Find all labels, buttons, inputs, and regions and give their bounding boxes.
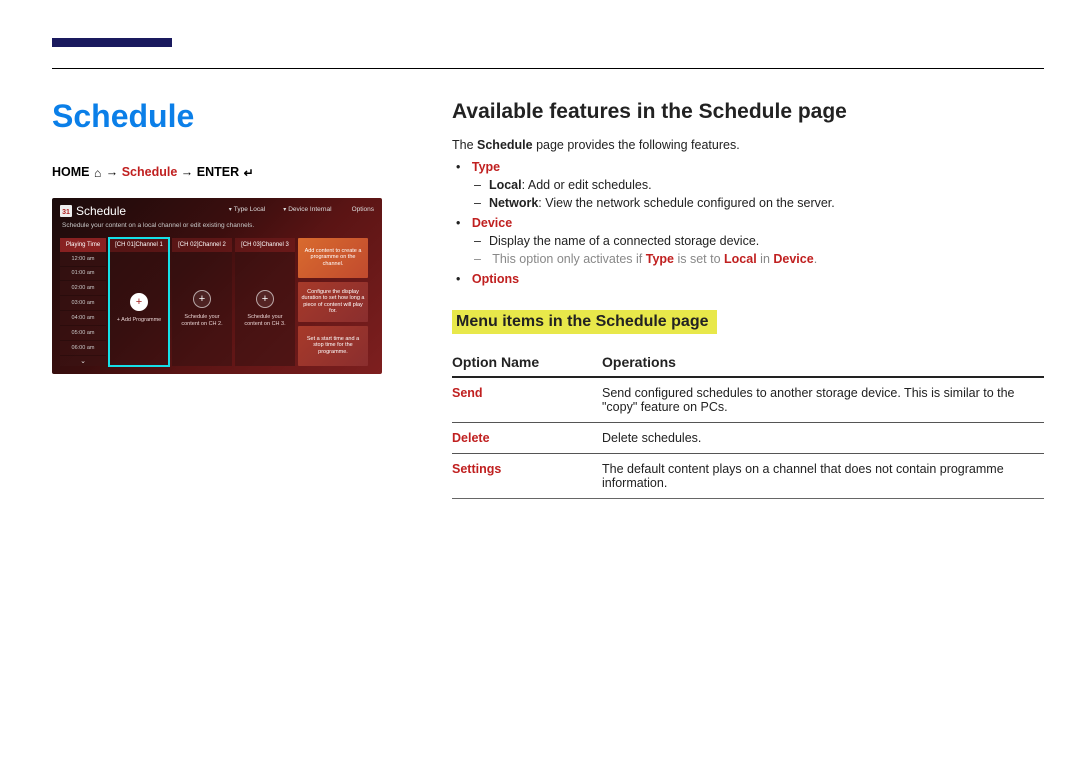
channel-header: [CH 02]Channel 2 — [172, 238, 232, 252]
shot-subtitle: Schedule your content on a local channel… — [62, 222, 254, 229]
home-icon: ⌂ — [94, 166, 101, 180]
plus-icon: + — [193, 290, 211, 308]
time-row: 01:00 am — [60, 267, 106, 282]
breadcrumb: HOME ⌂ → Schedule → ENTER ↵ — [52, 165, 382, 180]
col-option-name: Option Name — [452, 348, 602, 377]
type-local: Local: Add or edit schedules. — [488, 178, 1044, 192]
time-row: 05:00 am — [60, 326, 106, 341]
shot-menu-device: Device Internal — [283, 206, 331, 213]
menu-heading: Menu items in the Schedule page — [452, 310, 717, 334]
breadcrumb-arrow-2: → — [181, 165, 194, 179]
device-note: This option only activates if Type is se… — [488, 252, 1044, 266]
sub-val: : View the network schedule configured o… — [538, 196, 834, 210]
table-row: Settings The default content plays on a … — [452, 454, 1044, 499]
col-operations: Operations — [602, 348, 1044, 377]
times-column: Playing Time 12:00 am 01:00 am 02:00 am … — [60, 238, 106, 366]
shot-menu-type: Type Local — [229, 206, 265, 213]
shot-header: 31 Schedule — [60, 204, 126, 218]
features-intro: The Schedule page provides the following… — [452, 138, 1044, 152]
shot-top-menu: Type Local Device Internal Options — [229, 206, 374, 213]
note-text: is set to — [674, 252, 724, 266]
sub-key: Local — [489, 178, 522, 192]
channel-body: + Schedule your content on CH 2. — [172, 252, 232, 366]
feature-type: Type Local: Add or edit schedules. Netwo… — [470, 160, 1044, 210]
header-rule — [52, 68, 1044, 69]
table-row: Delete Delete schedules. — [452, 423, 1044, 454]
device-line: Display the name of a connected storage … — [488, 234, 1044, 248]
channel-body: + + Add Programme — [109, 252, 169, 366]
left-column: Schedule HOME ⌂ → Schedule → ENTER ↵ 31 … — [52, 98, 382, 374]
feature-label: Device — [472, 216, 512, 230]
channel-caption: Schedule your content on CH 2. — [176, 314, 228, 327]
type-sublist: Local: Add or edit schedules. Network: V… — [470, 178, 1044, 210]
features-list: Type Local: Add or edit schedules. Netwo… — [452, 160, 1044, 286]
time-row: 06:00 am — [60, 341, 106, 356]
option-name: Send — [452, 377, 602, 423]
header-accent-bar — [52, 38, 172, 47]
calendar-icon: 31 — [60, 205, 72, 217]
note-key: Local — [724, 252, 757, 266]
sub-key: Network — [489, 196, 538, 210]
info-column: Add content to create a programme on the… — [298, 238, 368, 366]
time-row: 03:00 am — [60, 296, 106, 311]
note-key: Type — [646, 252, 674, 266]
channel-caption: Schedule your content on CH 3. — [239, 314, 291, 327]
info-card: Configure the display duration to set ho… — [298, 282, 368, 322]
option-desc: Delete schedules. — [602, 423, 1044, 454]
breadcrumb-enter: ENTER — [197, 165, 239, 179]
type-network: Network: View the network schedule confi… — [488, 196, 1044, 210]
channel-caption: + Add Programme — [117, 317, 161, 324]
intro-text: The — [452, 138, 477, 152]
right-column: Available features in the Schedule page … — [452, 100, 1044, 499]
breadcrumb-schedule: Schedule — [122, 165, 178, 179]
device-sublist: Display the name of a connected storage … — [470, 234, 1044, 266]
intro-bold: Schedule — [477, 138, 533, 152]
note-text: in — [757, 252, 774, 266]
intro-text: page provides the following features. — [533, 138, 740, 152]
option-desc: The default content plays on a channel t… — [602, 454, 1044, 499]
feature-device: Device Display the name of a connected s… — [470, 216, 1044, 266]
time-row: 12:00 am — [60, 252, 106, 267]
options-table: Option Name Operations Send Send configu… — [452, 348, 1044, 499]
note-text: This option only activates if — [492, 252, 646, 266]
schedule-screenshot: 31 Schedule Type Local Device Internal O… — [52, 198, 382, 374]
note-key: Device — [773, 252, 813, 266]
option-desc: Send configured schedules to another sto… — [602, 377, 1044, 423]
channel-column-3: [CH 03]Channel 3 + Schedule your content… — [235, 238, 295, 366]
channel-header: [CH 03]Channel 3 — [235, 238, 295, 252]
plus-icon: + — [130, 293, 148, 311]
note-text: . — [814, 252, 817, 266]
channel-column-1: [CH 01]Channel 1 + + Add Programme — [109, 238, 169, 366]
feature-label: Type — [472, 160, 500, 174]
time-row: 02:00 am — [60, 281, 106, 296]
info-card: Add content to create a programme on the… — [298, 238, 368, 278]
time-row: 04:00 am — [60, 311, 106, 326]
shot-grid: Playing Time 12:00 am 01:00 am 02:00 am … — [60, 238, 374, 366]
option-name: Delete — [452, 423, 602, 454]
option-name: Settings — [452, 454, 602, 499]
enter-icon: ↵ — [244, 166, 254, 180]
breadcrumb-home: HOME — [52, 165, 90, 179]
shot-menu-options: Options — [350, 206, 374, 213]
channel-body: + Schedule your content on CH 3. — [235, 252, 295, 366]
table-header-row: Option Name Operations — [452, 348, 1044, 377]
feature-options: Options — [470, 272, 1044, 286]
breadcrumb-arrow-1: → — [106, 165, 119, 179]
chevron-down-icon: ⌄ — [60, 356, 106, 366]
plus-icon: + — [256, 290, 274, 308]
sub-val: : Add or edit schedules. — [522, 178, 652, 192]
info-card: Set a start time and a stop time for the… — [298, 326, 368, 366]
times-header: Playing Time — [60, 238, 106, 252]
shot-title: Schedule — [76, 204, 126, 218]
channel-header: [CH 01]Channel 1 — [109, 238, 169, 252]
page-title: Schedule — [52, 98, 382, 135]
table-row: Send Send configured schedules to anothe… — [452, 377, 1044, 423]
feature-label: Options — [472, 272, 519, 286]
channel-column-2: [CH 02]Channel 2 + Schedule your content… — [172, 238, 232, 366]
features-heading: Available features in the Schedule page — [452, 100, 1044, 124]
